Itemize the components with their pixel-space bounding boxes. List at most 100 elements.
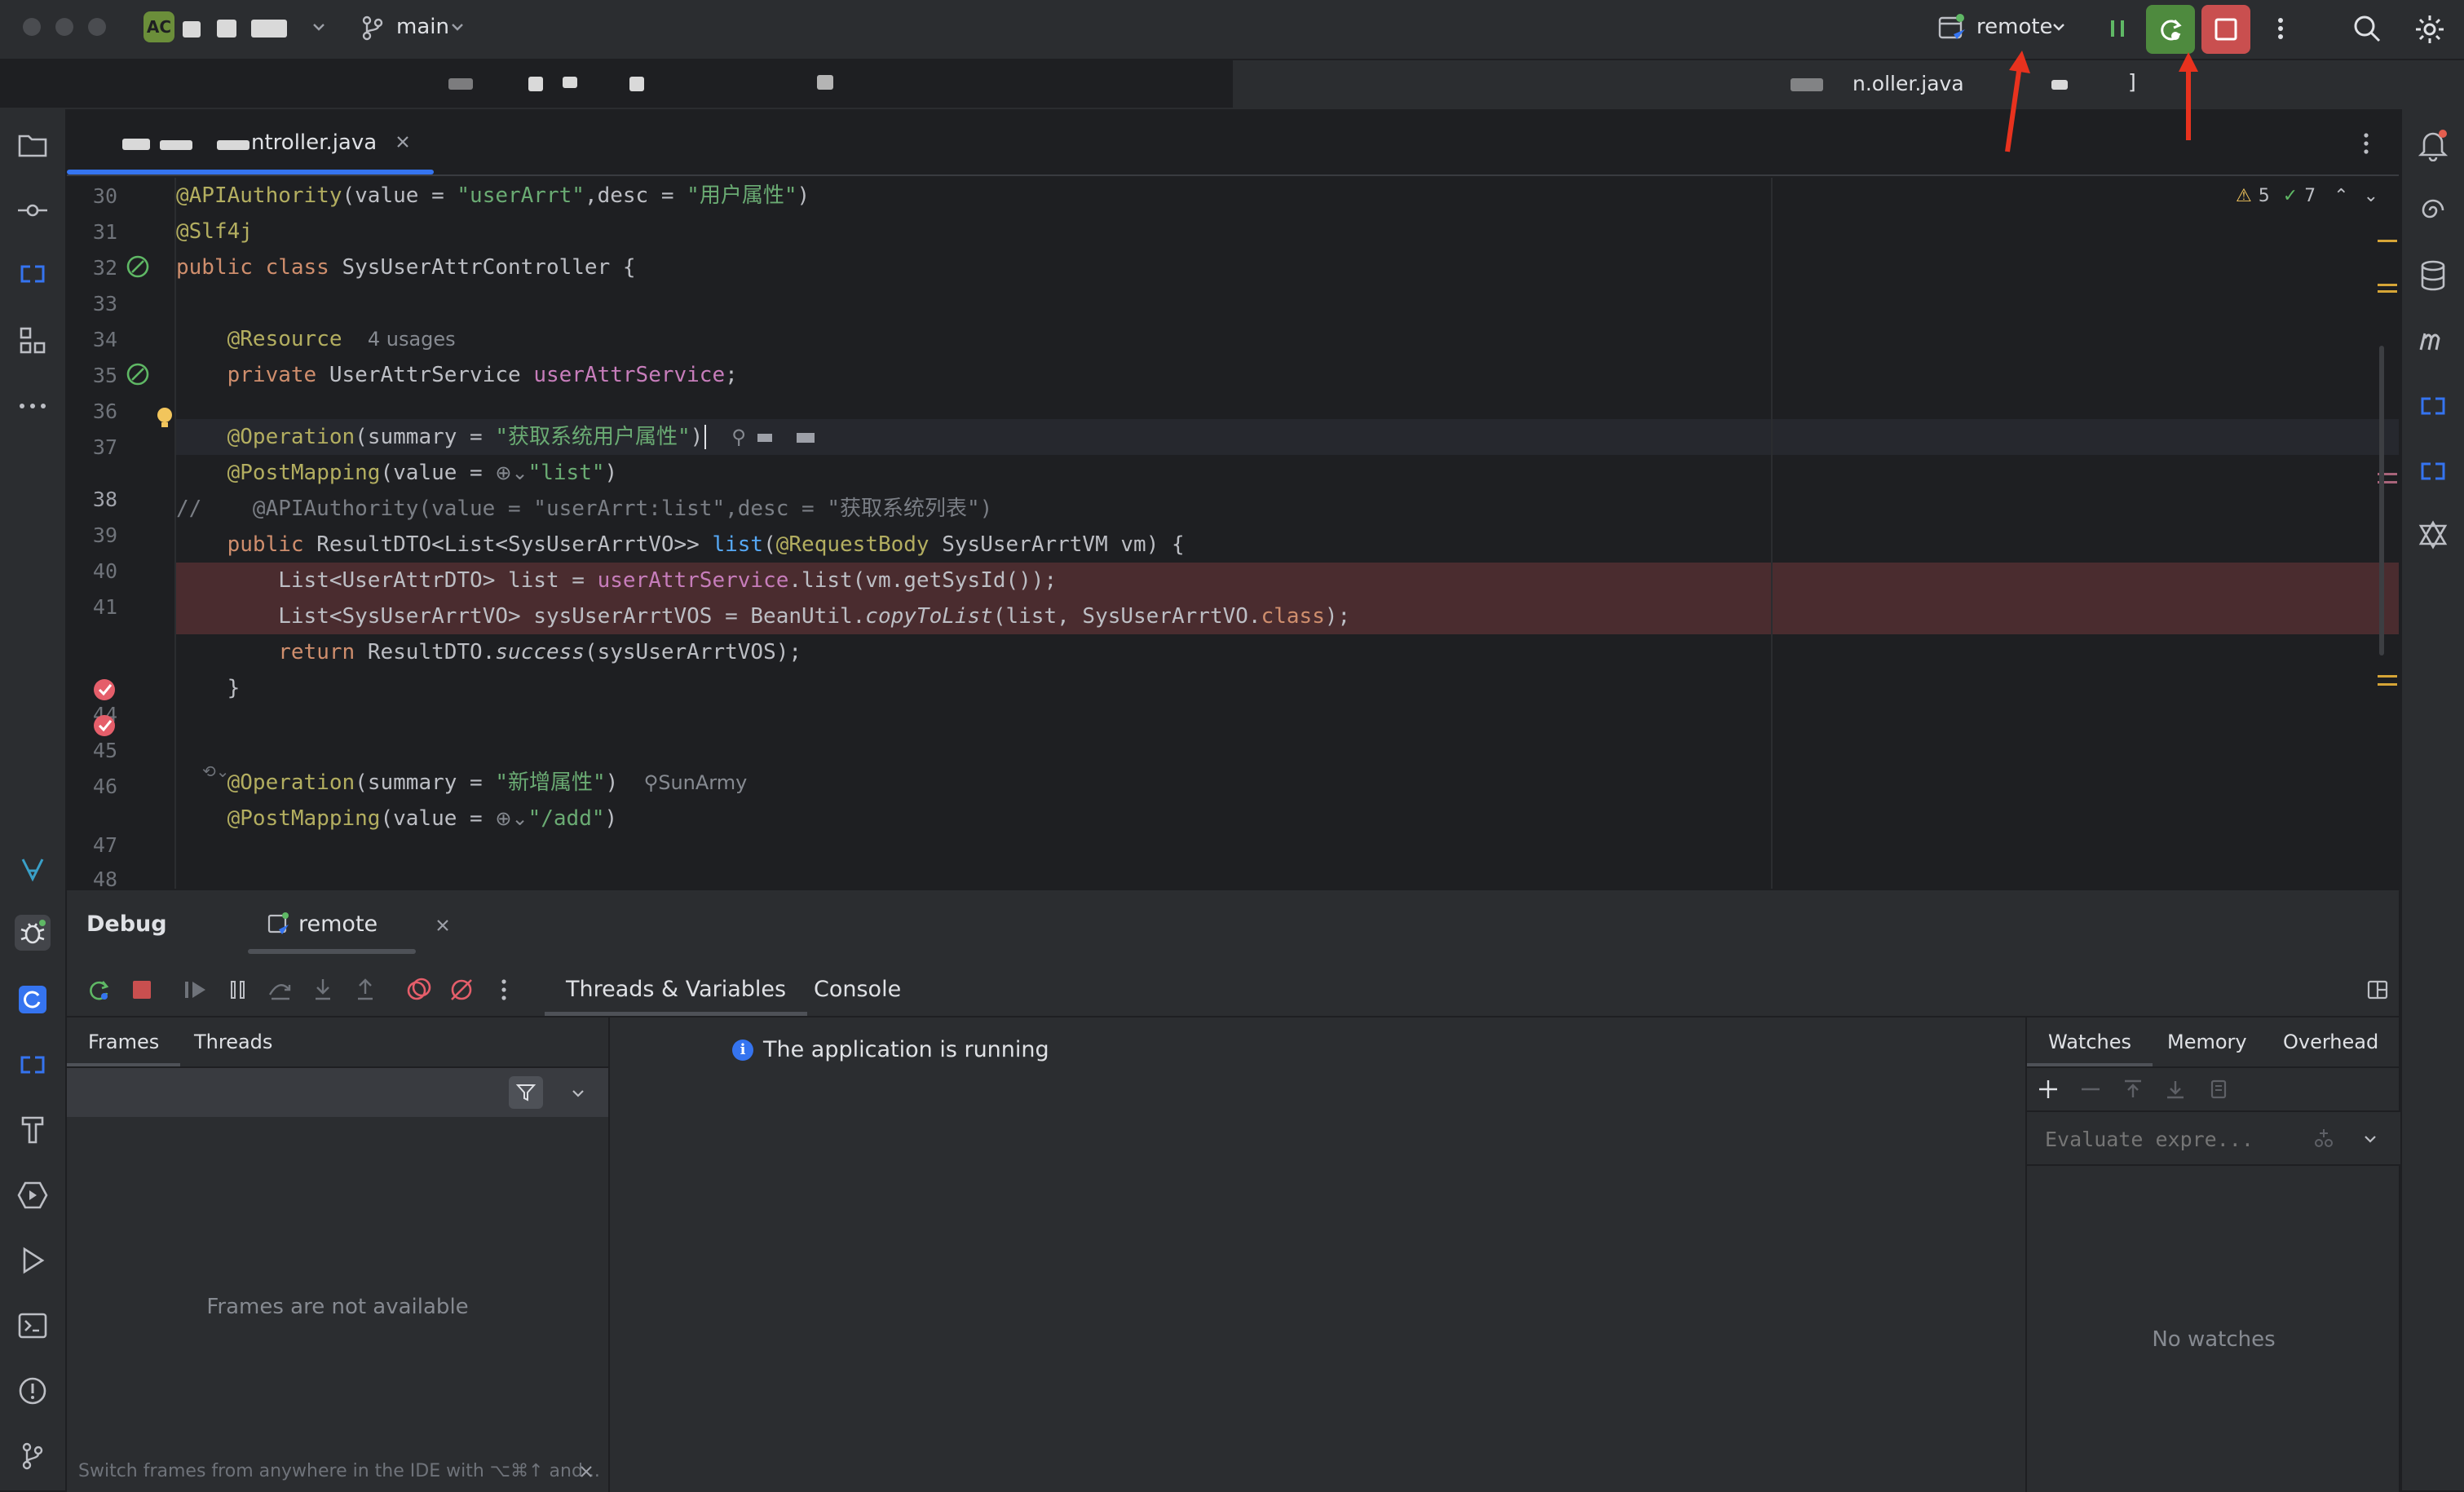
maven-icon[interactable]: [2415, 323, 2451, 359]
git-icon[interactable]: [15, 1438, 51, 1474]
copy-watch-icon[interactable]: [2206, 1078, 2229, 1101]
close-session-icon[interactable]: [435, 918, 450, 933]
breakpoint-icon[interactable]: [91, 713, 117, 739]
author-hint[interactable]: SunArmy: [658, 771, 747, 794]
run-config-selector[interactable]: remote: [1976, 15, 2053, 39]
tab-overhead[interactable]: Overhead: [2262, 1017, 2400, 1066]
tab-console[interactable]: Console: [814, 962, 901, 1016]
usages-hint[interactable]: 4 usages: [368, 328, 456, 351]
error-stripe-mark[interactable]: [2378, 240, 2397, 242]
resume-icon[interactable]: [179, 973, 212, 1006]
project-badge[interactable]: AC: [144, 11, 174, 42]
code-with-me-icon[interactable]: [15, 256, 51, 292]
code-token: SysUserArrtVM vm) {: [942, 532, 1185, 557]
commit-icon[interactable]: [15, 192, 51, 228]
pause-icon[interactable]: [2104, 15, 2131, 42]
error-stripe-mark[interactable]: [2378, 675, 2397, 678]
window-minimize-button[interactable]: [55, 18, 73, 36]
build-hammer-icon[interactable]: [15, 1112, 51, 1148]
intention-bulb-icon[interactable]: [155, 406, 174, 430]
code-token: List<UserAttrDTO> list =: [278, 568, 598, 593]
previous-highlight-icon[interactable]: ⌃: [2334, 186, 2348, 206]
tab-threads-variables[interactable]: Threads & Variables: [545, 962, 808, 1016]
run-icon[interactable]: [15, 1243, 51, 1278]
step-out-icon[interactable]: [349, 973, 382, 1006]
run-config-chevron-icon[interactable]: [2050, 18, 2068, 36]
add-watch-icon[interactable]: [2037, 1078, 2060, 1101]
vcs-branch-widget[interactable]: main: [396, 15, 449, 39]
editor-scrollbar[interactable]: [2379, 346, 2384, 656]
terminal-icon[interactable]: [15, 1308, 51, 1344]
frames-options-chevron-icon[interactable]: [569, 1084, 587, 1102]
more-tool-windows-icon[interactable]: [15, 388, 51, 424]
evaluate-expression-field[interactable]: [2027, 1112, 2400, 1166]
rerun-small-icon[interactable]: [83, 973, 116, 1006]
string-token: "list": [528, 461, 605, 485]
step-over-icon[interactable]: [264, 973, 297, 1006]
evaluate-history-chevron-icon[interactable]: [2361, 1130, 2379, 1148]
code-token: (summary =: [355, 425, 496, 449]
line-number: 37: [92, 435, 117, 459]
step-into-icon[interactable]: [307, 973, 339, 1006]
breakpoint-icon[interactable]: [91, 677, 117, 703]
search-icon[interactable]: [2351, 13, 2382, 44]
project-folder-icon[interactable]: [15, 127, 51, 163]
line-number: 36: [92, 399, 117, 423]
database-icon[interactable]: [2415, 258, 2451, 294]
close-tip-icon[interactable]: [579, 1464, 594, 1479]
frames-pane: Frames Threads Frames are not available …: [67, 1017, 610, 1492]
move-watch-up-icon[interactable]: [2122, 1078, 2144, 1101]
debug-bug-icon[interactable]: [15, 915, 51, 951]
code-with-me-icon-2[interactable]: [15, 1047, 51, 1083]
url-globe-icon[interactable]: ⊕⌄: [495, 461, 528, 484]
mute-breakpoints-icon[interactable]: [445, 973, 478, 1006]
spring-bean-gutter-icon[interactable]: [124, 253, 152, 280]
code-with-me-right-icon-2[interactable]: [2415, 453, 2451, 489]
error-stripe-mark[interactable]: [2378, 290, 2397, 293]
next-highlight-icon[interactable]: ⌄: [2364, 186, 2378, 206]
rerun-debug-button[interactable]: [2146, 5, 2195, 54]
project-dropdown-chevron-icon[interactable]: [310, 18, 328, 36]
url-globe-icon[interactable]: ⊕⌄: [495, 807, 528, 830]
stop-button[interactable]: [2201, 5, 2250, 54]
services-icon[interactable]: [15, 1177, 51, 1213]
inspection-widget[interactable]: ⚠ 5 ✓ 7 ⌃ ⌄: [2236, 186, 2378, 206]
plugin-knot-icon[interactable]: [2415, 517, 2451, 553]
layout-settings-icon[interactable]: [2361, 973, 2394, 1006]
evaluate-expression-input[interactable]: [2043, 1122, 2291, 1156]
filter-frames-button[interactable]: [509, 1076, 543, 1109]
tab-watches[interactable]: Watches: [2027, 1017, 2153, 1066]
code-line: private UserAttrService userAttrService;: [176, 357, 738, 393]
code-token: ): [604, 806, 618, 831]
close-tab-icon[interactable]: [395, 134, 411, 150]
structure-icon[interactable]: [15, 323, 51, 359]
debug-more-icon[interactable]: [488, 973, 520, 1006]
code-area[interactable]: @APIAuthority(value = "userArrt",desc = …: [176, 178, 2399, 889]
notifications-bell-icon[interactable]: [2415, 127, 2451, 163]
tab-threads[interactable]: Threads: [173, 1017, 294, 1066]
tab-frames[interactable]: Frames: [67, 1017, 181, 1066]
tab-memory[interactable]: Memory: [2146, 1017, 2268, 1066]
settings-gear-icon[interactable]: [2413, 13, 2446, 46]
redacted-text: [217, 140, 249, 150]
ai-spiral-icon[interactable]: [2415, 192, 2451, 228]
remove-watch-icon[interactable]: [2079, 1078, 2102, 1101]
code-with-me-right-icon[interactable]: [2415, 388, 2451, 424]
window-zoom-button[interactable]: [88, 18, 106, 36]
editor-options-icon[interactable]: [2358, 130, 2374, 157]
pause-program-icon[interactable]: [222, 973, 254, 1006]
evaluate-add-watch-icon[interactable]: [2312, 1127, 2335, 1150]
more-actions-icon[interactable]: [2268, 15, 2293, 42]
view-breakpoints-icon[interactable]: [403, 973, 435, 1006]
jrebel-icon[interactable]: [15, 982, 51, 1017]
spring-autowire-gutter-icon[interactable]: [124, 360, 152, 388]
window-close-button[interactable]: [23, 18, 41, 36]
error-stripe-mark[interactable]: [2378, 683, 2397, 686]
move-watch-down-icon[interactable]: [2164, 1078, 2187, 1101]
stop-small-icon[interactable]: [126, 973, 158, 1006]
error-stripe-mark[interactable]: [2378, 284, 2397, 286]
editor-file-tab[interactable]: ntroller.java: [67, 109, 434, 174]
problems-icon[interactable]: [15, 1373, 51, 1409]
ai-assistant-icon[interactable]: [15, 851, 51, 887]
branch-chevron-icon[interactable]: [448, 18, 466, 36]
